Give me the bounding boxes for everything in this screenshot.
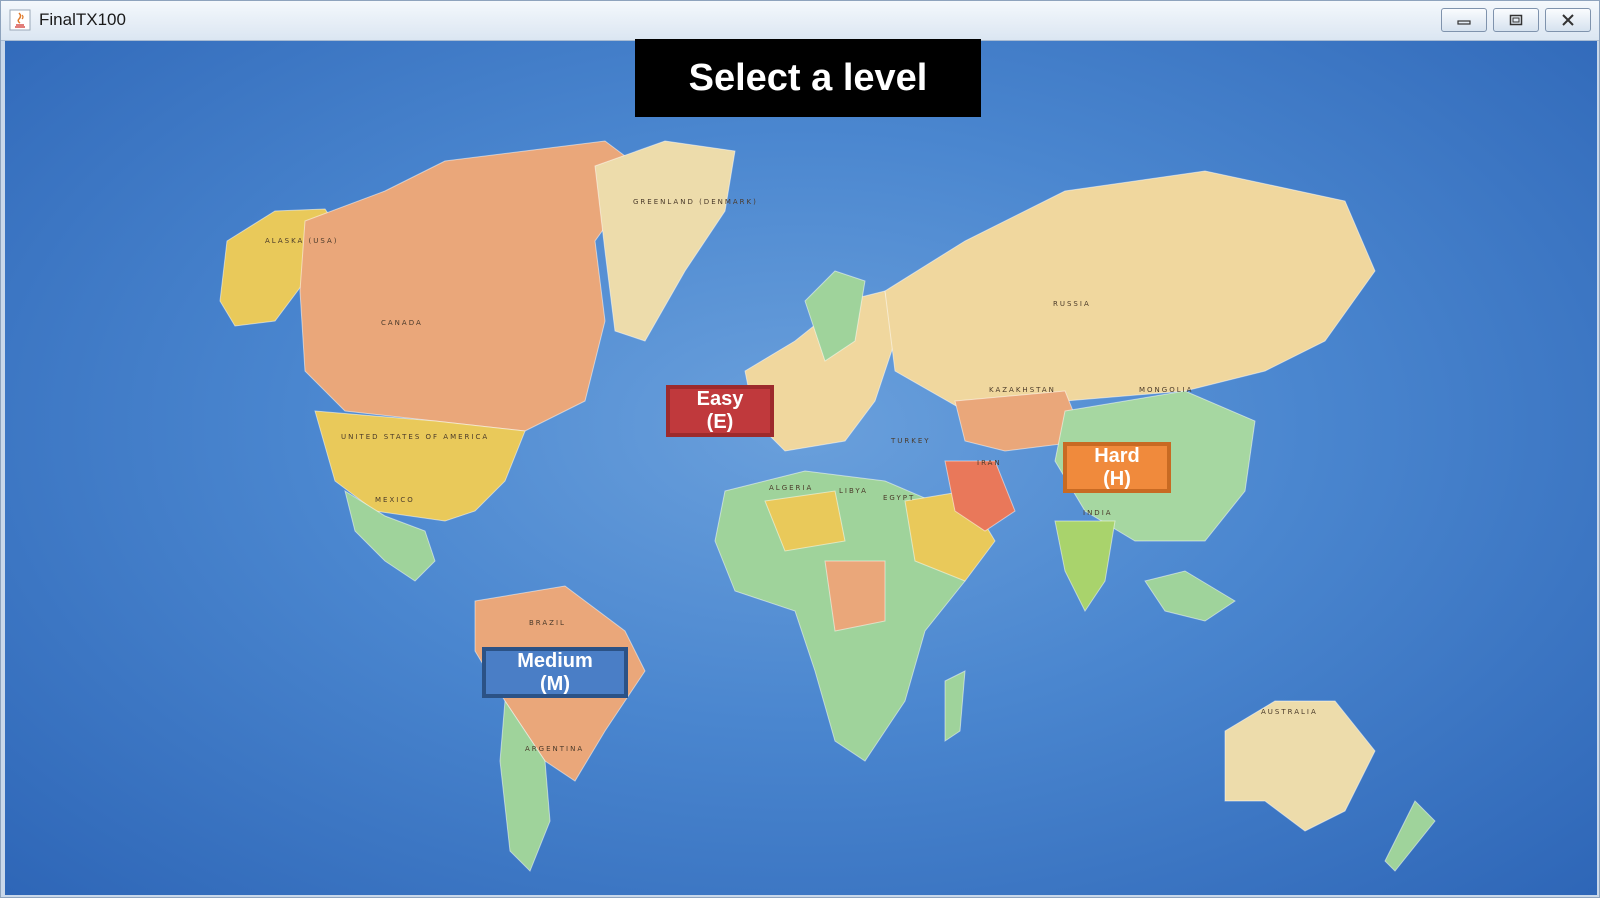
maximize-icon [1509, 14, 1523, 26]
easy-level-button[interactable]: Easy (E) [666, 385, 774, 437]
map-label-turkey: TURKEY [890, 437, 931, 445]
close-icon [1562, 14, 1574, 26]
map-label-iran: IRAN [977, 459, 1002, 467]
medium-level-button[interactable]: Medium (M) [482, 647, 628, 698]
easy-level-label: Easy [696, 388, 744, 410]
map-label-egypt: EGYPT [883, 494, 915, 502]
map-label-argentina: ARGENTINA [525, 745, 584, 753]
map-label-india: INDIA [1083, 509, 1113, 517]
map-label-libya: LIBYA [839, 487, 868, 495]
minimize-button[interactable] [1441, 8, 1487, 32]
window-title: FinalTX100 [39, 10, 126, 29]
java-icon [9, 9, 31, 31]
hard-level-label: Hard [1094, 444, 1140, 467]
map-label-greenland: GREENLAND (DENMARK) [633, 198, 758, 206]
map-label-kazakhstan: KAZAKHSTAN [989, 386, 1056, 394]
select-level-heading: Select a level [635, 39, 981, 117]
world-map-graphic: ALASKA (USA) CANADA UNITED STATES OF AME… [219, 140, 1436, 872]
world-map: ALASKA (USA) CANADA UNITED STATES OF AME… [5, 41, 1597, 895]
map-label-russia: RUSSIA [1053, 300, 1091, 308]
minimize-icon [1457, 20, 1471, 25]
title-bar[interactable]: FinalTX100 [1, 1, 1599, 41]
map-label-australia: AUSTRALIA [1261, 708, 1318, 716]
application-window: FinalTX100 ALASKA (USA) CANADA UNITED ST… [0, 0, 1600, 898]
hard-level-button[interactable]: Hard (H) [1063, 442, 1171, 493]
hard-level-key: (H) [1103, 467, 1131, 490]
close-button[interactable] [1545, 8, 1591, 32]
map-label-algeria: ALGERIA [769, 484, 813, 492]
medium-level-key: (M) [540, 672, 570, 695]
map-label-alaska: ALASKA (USA) [265, 237, 339, 245]
map-label-mexico: MEXICO [375, 496, 415, 504]
easy-level-key: (E) [706, 411, 734, 433]
map-label-mongolia: MONGOLIA [1139, 386, 1193, 394]
medium-level-label: Medium [517, 649, 593, 672]
maximize-button[interactable] [1493, 8, 1539, 32]
map-label-brazil: BRAZIL [529, 619, 566, 627]
map-label-usa: UNITED STATES OF AMERICA [341, 433, 489, 441]
map-label-canada: CANADA [381, 319, 423, 327]
